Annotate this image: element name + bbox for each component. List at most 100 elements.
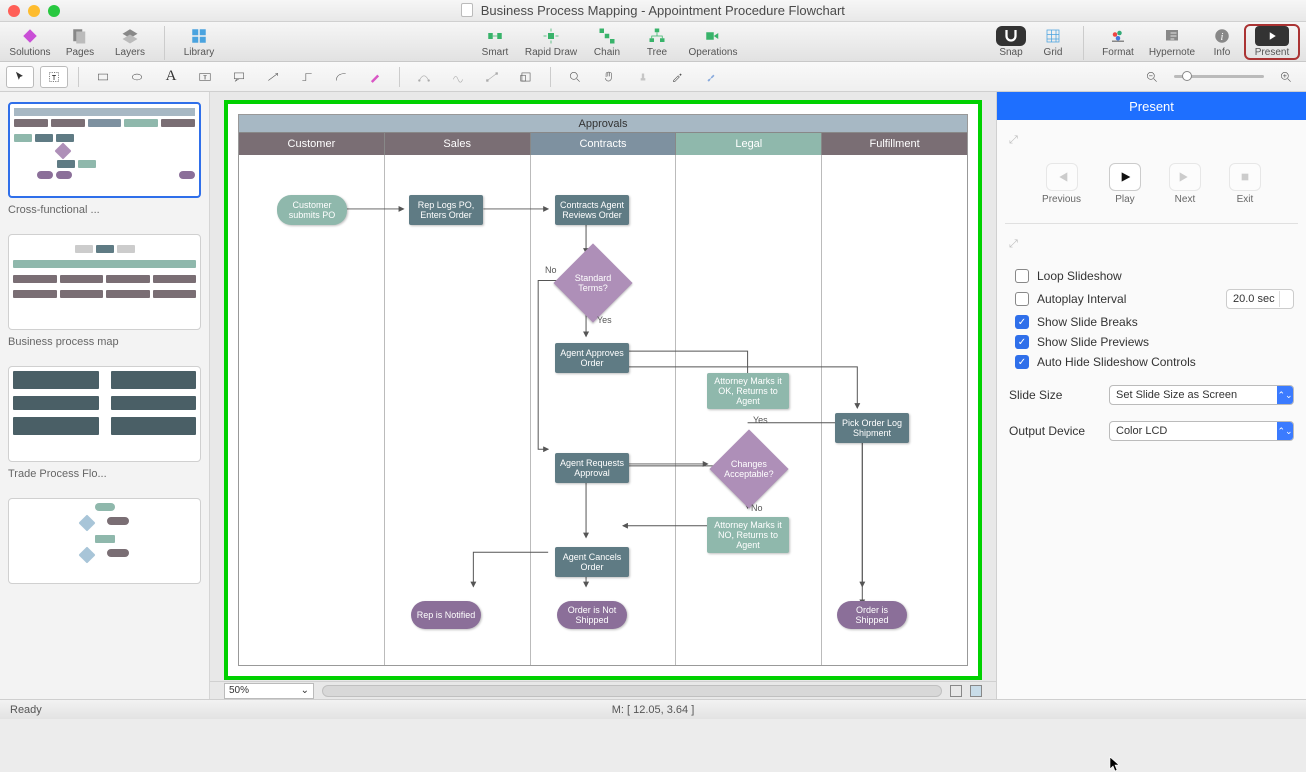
zoom-slider[interactable] <box>1174 75 1264 78</box>
svg-text:T: T <box>52 74 57 81</box>
eyedropper-tool[interactable] <box>663 66 691 88</box>
slide-thumb[interactable] <box>8 102 201 198</box>
smart-button[interactable]: Smart <box>471 24 519 58</box>
chevron-updown-icon: ⌄ <box>301 685 309 696</box>
path-edit-tool[interactable] <box>478 66 506 88</box>
titlebar: Business Process Mapping - Appointment P… <box>0 0 1306 22</box>
output-device-label: Output Device <box>1009 424 1101 438</box>
document-icon <box>461 3 473 17</box>
operations-button[interactable]: Operations <box>683 24 743 58</box>
status-mouse: M: [ 12.05, 3.64 ] <box>0 704 1306 716</box>
next-button[interactable]: Next <box>1169 163 1201 205</box>
stepper-icon[interactable] <box>1279 291 1291 307</box>
grid-button[interactable]: Grid <box>1033 24 1073 58</box>
node-agent-cancels[interactable]: Agent Cancels Order <box>555 547 629 577</box>
slide-thumb[interactable] <box>8 366 201 462</box>
slide-thumb[interactable] <box>8 234 201 330</box>
slide-caption: Cross-functional ... <box>8 204 201 216</box>
exit-button[interactable]: Exit <box>1229 163 1261 205</box>
show-previews-checkbox[interactable]: ✓ <box>1015 335 1029 349</box>
autoplay-interval-field[interactable]: 20.0 sec <box>1226 289 1294 309</box>
bezier-tool[interactable] <box>410 66 438 88</box>
slide-caption: Trade Process Flo... <box>8 468 201 480</box>
previous-button[interactable]: Previous <box>1042 163 1081 205</box>
arc-tool[interactable] <box>327 66 355 88</box>
chain-button[interactable]: Chain <box>583 24 631 58</box>
ellipse-shape-tool[interactable] <box>123 66 151 88</box>
node-agent-requests[interactable]: Agent Requests Approval <box>555 453 629 483</box>
highlighter-tool[interactable] <box>361 66 389 88</box>
play-button[interactable]: Play <box>1109 163 1141 205</box>
present-button[interactable]: Present <box>1244 24 1300 60</box>
rapid-draw-button[interactable]: Rapid Draw <box>521 24 581 58</box>
spline-tool[interactable] <box>444 66 472 88</box>
node-customer-submits[interactable]: Customer submits PO <box>277 195 347 225</box>
node-pick-order[interactable]: Pick Order Log Shipment <box>835 413 909 443</box>
canvas-area: Approvals Customer Sales Contracts Legal… <box>210 92 996 699</box>
zoom-out-button[interactable] <box>1138 66 1166 88</box>
node-rep-logs[interactable]: Rep Logs PO, Enters Order <box>409 195 483 225</box>
minimize-window-button[interactable] <box>28 5 40 17</box>
chevron-updown-icon: ⌃⌄ <box>1277 386 1293 404</box>
autoplay-checkbox[interactable] <box>1015 292 1029 306</box>
snap-button[interactable]: Snap <box>991 24 1031 58</box>
text-shape-tool[interactable]: A <box>157 66 185 88</box>
zoom-tool[interactable] <box>561 66 589 88</box>
edge-label-yes2: Yes <box>753 415 768 425</box>
hypernote-button[interactable]: Hypernote <box>1144 24 1200 60</box>
zoom-window-button[interactable] <box>48 5 60 17</box>
format-button[interactable]: Format <box>1094 24 1142 60</box>
transport-controls: Previous Play Next Exit <box>1009 163 1294 205</box>
cursor-icon <box>1109 756 1121 772</box>
chevron-updown-icon: ⌃⌄ <box>1277 422 1293 440</box>
horizontal-scrollbar[interactable] <box>322 685 942 697</box>
solutions-button[interactable]: Solutions <box>6 24 54 58</box>
node-order-not-shipped[interactable]: Order is Not Shipped <box>557 601 627 629</box>
node-agent-reviews[interactable]: Contracts Agent Reviews Order <box>555 195 629 225</box>
slide-thumb[interactable] <box>8 498 201 584</box>
canvas-footer: 50%⌄ <box>210 681 996 699</box>
tree-button[interactable]: Tree <box>633 24 681 58</box>
edge-label-no2: No <box>751 503 763 513</box>
status-ready: Ready <box>10 704 42 716</box>
show-breaks-checkbox[interactable]: ✓ <box>1015 315 1029 329</box>
status-bar: Ready M: [ 12.05, 3.64 ] <box>0 699 1306 719</box>
crop-tool[interactable] <box>512 66 540 88</box>
loop-checkbox[interactable] <box>1015 269 1029 283</box>
lane-headers: Customer Sales Contracts Legal Fulfillme… <box>239 133 967 155</box>
stamp-tool[interactable] <box>629 66 657 88</box>
zoom-combo[interactable]: 50%⌄ <box>224 683 314 699</box>
pointer-tool[interactable] <box>6 66 34 88</box>
autoplay-label: Autoplay Interval <box>1037 292 1126 306</box>
canvas-scroll[interactable]: Approvals Customer Sales Contracts Legal… <box>210 92 996 681</box>
close-window-button[interactable] <box>8 5 20 17</box>
slide-size-select[interactable]: Set Slide Size as Screen ⌃⌄ <box>1109 385 1294 405</box>
tools-toolbar: T A T <box>0 62 1306 92</box>
pages-button[interactable]: Pages <box>56 24 104 58</box>
node-order-shipped[interactable]: Order is Shipped <box>837 601 907 629</box>
text-tool[interactable]: T <box>40 66 68 88</box>
slide-caption: Business process map <box>8 336 201 348</box>
node-attorney-no[interactable]: Attorney Marks it NO, Returns to Agent <box>707 517 789 553</box>
brush-tool[interactable] <box>697 66 725 88</box>
output-device-select[interactable]: Color LCD ⌃⌄ <box>1109 421 1294 441</box>
page-fit-icon[interactable] <box>950 685 962 697</box>
node-rep-notified[interactable]: Rep is Notified <box>411 601 481 629</box>
svg-text:T: T <box>203 75 207 81</box>
diagram-page[interactable]: Approvals Customer Sales Contracts Legal… <box>224 100 982 680</box>
zoom-in-button[interactable] <box>1272 66 1300 88</box>
autohide-checkbox[interactable]: ✓ <box>1015 355 1029 369</box>
page-actual-icon[interactable] <box>970 685 982 697</box>
connector-tool[interactable] <box>293 66 321 88</box>
window-title: Business Process Mapping - Appointment P… <box>0 3 1306 18</box>
line-tool[interactable] <box>259 66 287 88</box>
textbox-tool[interactable]: T <box>191 66 219 88</box>
node-attorney-ok[interactable]: Attorney Marks it OK, Returns to Agent <box>707 373 789 409</box>
library-button[interactable]: Library <box>175 24 223 58</box>
layers-button[interactable]: Layers <box>106 24 154 58</box>
node-agent-approves[interactable]: Agent Approves Order <box>555 343 629 373</box>
rect-shape-tool[interactable] <box>89 66 117 88</box>
info-button[interactable]: i Info <box>1202 24 1242 60</box>
hand-tool[interactable] <box>595 66 623 88</box>
callout-tool[interactable] <box>225 66 253 88</box>
